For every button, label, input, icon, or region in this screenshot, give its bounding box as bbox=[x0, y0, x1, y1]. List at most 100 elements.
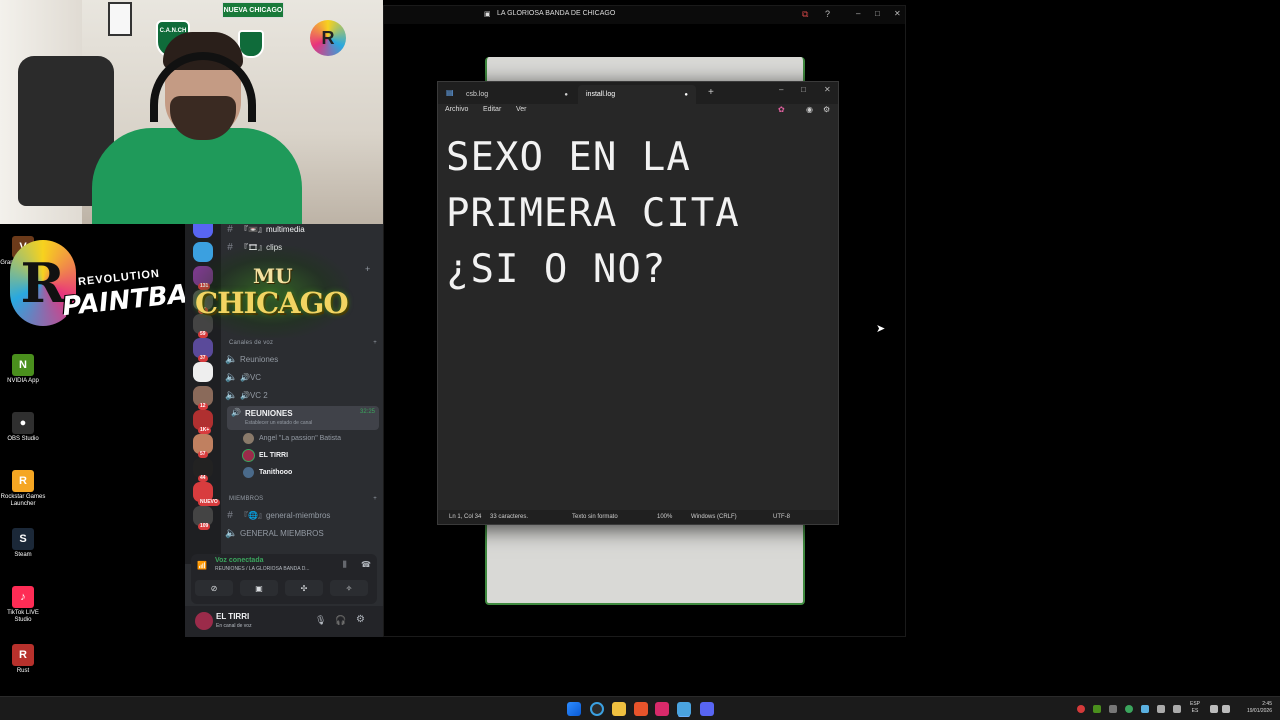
start-button-icon[interactable] bbox=[567, 702, 581, 716]
close-icon[interactable]: ✕ bbox=[824, 85, 831, 94]
channel-multimedia[interactable]: # 『📼』multimedia bbox=[225, 224, 379, 237]
add-channel-icon[interactable]: + bbox=[365, 264, 370, 274]
chrome-icon[interactable] bbox=[590, 702, 604, 716]
status-zoom[interactable]: 100% bbox=[657, 514, 672, 520]
copilot-icon[interactable]: ✿ bbox=[778, 105, 785, 114]
user-panel: EL TIRRI En canal de voz 🎙 🎧 ⚙ bbox=[185, 606, 383, 637]
active-voice-channel[interactable]: 🔊 REUNIONES 32:25 Establecer un estado d… bbox=[227, 406, 379, 430]
discord-icon[interactable] bbox=[700, 702, 714, 716]
desktop-icon[interactable]: R Rust bbox=[0, 644, 46, 675]
notepad-tab-bar: ▤ csb.log ● install.log ● + – □ ✕ bbox=[438, 82, 838, 104]
minimize-icon[interactable]: – bbox=[856, 9, 860, 18]
server-icon[interactable] bbox=[193, 224, 213, 238]
taskbar: ESP ES 2:45 19/01/2026 bbox=[0, 696, 1280, 720]
user-name: EL TIRRI bbox=[216, 612, 250, 621]
status-format: Texto sin formato bbox=[572, 514, 618, 520]
new-tab-icon[interactable]: + bbox=[708, 87, 714, 98]
active-channel-status[interactable]: Establecer un estado de canal bbox=[245, 420, 312, 426]
screen-share-button[interactable]: ▣ bbox=[240, 580, 278, 596]
status-position: Ln 1, Col 34 bbox=[449, 514, 482, 520]
voice-channel-reuniones[interactable]: 🔈 Reuniones bbox=[225, 351, 379, 367]
tray-usb-icon[interactable] bbox=[1109, 705, 1117, 713]
clock[interactable]: 2:45 19/01/2026 bbox=[1238, 701, 1272, 715]
maximize-icon[interactable]: □ bbox=[875, 9, 880, 18]
server-icon[interactable] bbox=[193, 362, 213, 382]
gear-icon[interactable]: ⚙ bbox=[356, 614, 365, 625]
camera-off-button[interactable]: ⊘ bbox=[195, 580, 233, 596]
notepad-menu-bar: Archivo Editar Ver ✿ ◉ ⚙ bbox=[438, 104, 838, 118]
noise-suppression-icon[interactable]: ⫼ bbox=[343, 560, 347, 570]
soundboard-button[interactable]: ✧ bbox=[330, 580, 368, 596]
hash-icon: # bbox=[227, 224, 233, 235]
avatar bbox=[243, 450, 254, 461]
window-app-icon: ▣ bbox=[484, 11, 491, 18]
close-icon[interactable]: ✕ bbox=[894, 9, 901, 18]
brave-icon[interactable] bbox=[634, 702, 648, 716]
tiktok-icon[interactable] bbox=[655, 702, 669, 716]
desktop-icon[interactable]: N NVIDIA App bbox=[0, 354, 46, 385]
add-member-channel-icon[interactable]: + bbox=[373, 496, 377, 502]
help-icon[interactable]: ? bbox=[825, 9, 830, 19]
add-voice-channel-icon[interactable]: + bbox=[373, 340, 377, 346]
voice-connected-title: Voz conectada bbox=[215, 557, 264, 564]
desktop-icon[interactable]: ♪ TikTok LIVE Studio bbox=[0, 586, 46, 624]
headphones-icon[interactable]: 🎧 bbox=[335, 615, 346, 626]
tab-dot-icon[interactable]: ● bbox=[684, 92, 688, 98]
voice-connected-panel: 📶 Voz conectada REUNIONES / LA GLORIOSA … bbox=[191, 554, 377, 604]
server-badge: NUEVO bbox=[198, 499, 220, 506]
desktop-icon[interactable]: ● OBS Studio bbox=[0, 412, 46, 443]
voice-channel-vc2[interactable]: 🔈 🔊VC 2 bbox=[225, 387, 379, 403]
desktop-icon[interactable]: S Steam bbox=[0, 528, 46, 559]
user-avatar[interactable] bbox=[195, 612, 213, 630]
desktop-icon-label: TikTok LIVE Studio bbox=[7, 610, 39, 623]
account-icon[interactable]: ◉ bbox=[806, 105, 813, 114]
desktop-app-icon: ● bbox=[12, 412, 34, 434]
status-encoding[interactable]: UTF-8 bbox=[773, 514, 790, 520]
disconnect-icon[interactable]: ☎ bbox=[361, 560, 371, 569]
desktop-icon-label: Rockstar Games Launcher bbox=[0, 494, 46, 507]
channel-general-miembros[interactable]: # 『🌐』general-miembros bbox=[225, 507, 379, 523]
tray-nvidia-icon[interactable] bbox=[1093, 705, 1101, 713]
avatar bbox=[243, 433, 254, 444]
gear-icon[interactable]: ⚙ bbox=[823, 105, 830, 114]
voice-user-row[interactable]: Angel "La passion" Batista bbox=[243, 431, 379, 446]
notepad-taskbar-icon[interactable] bbox=[677, 702, 691, 716]
tab-install-log[interactable]: install.log ● bbox=[578, 85, 696, 104]
tray-app-icon[interactable] bbox=[1157, 705, 1165, 713]
tray-spotify-icon[interactable] bbox=[1125, 705, 1133, 713]
tray-mic-icon[interactable] bbox=[1173, 705, 1181, 713]
folder-icon[interactable] bbox=[612, 702, 626, 716]
language-indicator[interactable]: ESP ES bbox=[1190, 701, 1200, 715]
category-members[interactable]: MIEMBROS + bbox=[229, 496, 377, 502]
status-line-ending[interactable]: Windows (CRLF) bbox=[691, 514, 737, 520]
activities-button[interactable]: ✣ bbox=[285, 580, 323, 596]
tab-dot-icon[interactable]: ● bbox=[564, 92, 568, 98]
tray-steam-icon[interactable] bbox=[1141, 705, 1149, 713]
voice-user-row[interactable]: EL TIRRI bbox=[243, 448, 379, 463]
microphone-icon[interactable]: 🎙 bbox=[315, 615, 326, 626]
menu-editar[interactable]: Editar bbox=[483, 106, 501, 113]
avatar bbox=[243, 467, 254, 478]
voice-user-row[interactable]: Tanithooo bbox=[243, 465, 379, 480]
tab-csb-log[interactable]: csb.log ● bbox=[458, 85, 576, 104]
menu-archivo[interactable]: Archivo bbox=[445, 106, 468, 113]
menu-ver[interactable]: Ver bbox=[516, 106, 527, 113]
notepad-editor[interactable]: SEXO EN LA PRIMERA CITA ¿SI O NO? bbox=[446, 130, 826, 298]
category-voice-channels[interactable]: Canales de voz + bbox=[229, 340, 377, 346]
speaker-icon: 🔈 bbox=[225, 353, 238, 365]
volume-icon[interactable] bbox=[1222, 705, 1230, 713]
voice-channel-vc[interactable]: 🔈 🔊VC bbox=[225, 369, 379, 385]
user-status: En canal de voz bbox=[216, 623, 252, 629]
voice-channel-general-miembros[interactable]: 🔈 GENERAL MIEMBROS bbox=[225, 525, 379, 541]
signal-icon: 📶 bbox=[197, 561, 207, 570]
network-icon[interactable] bbox=[1210, 705, 1218, 713]
server-badge: 37 bbox=[198, 355, 208, 362]
minimize-icon[interactable]: – bbox=[779, 85, 783, 94]
maximize-icon[interactable]: □ bbox=[801, 85, 806, 94]
desktop-icon[interactable]: R Rockstar Games Launcher bbox=[0, 470, 46, 508]
tray-record-icon[interactable] bbox=[1077, 705, 1085, 713]
record-icon[interactable]: ⧉ bbox=[802, 9, 808, 20]
window-title: LA GLORIOSA BANDA DE CHICAGO bbox=[497, 10, 616, 17]
active-channel-timer: 32:25 bbox=[359, 409, 375, 415]
voice-connected-subtitle[interactable]: REUNIONES / LA GLORIOSA BANDA D... bbox=[215, 566, 309, 572]
